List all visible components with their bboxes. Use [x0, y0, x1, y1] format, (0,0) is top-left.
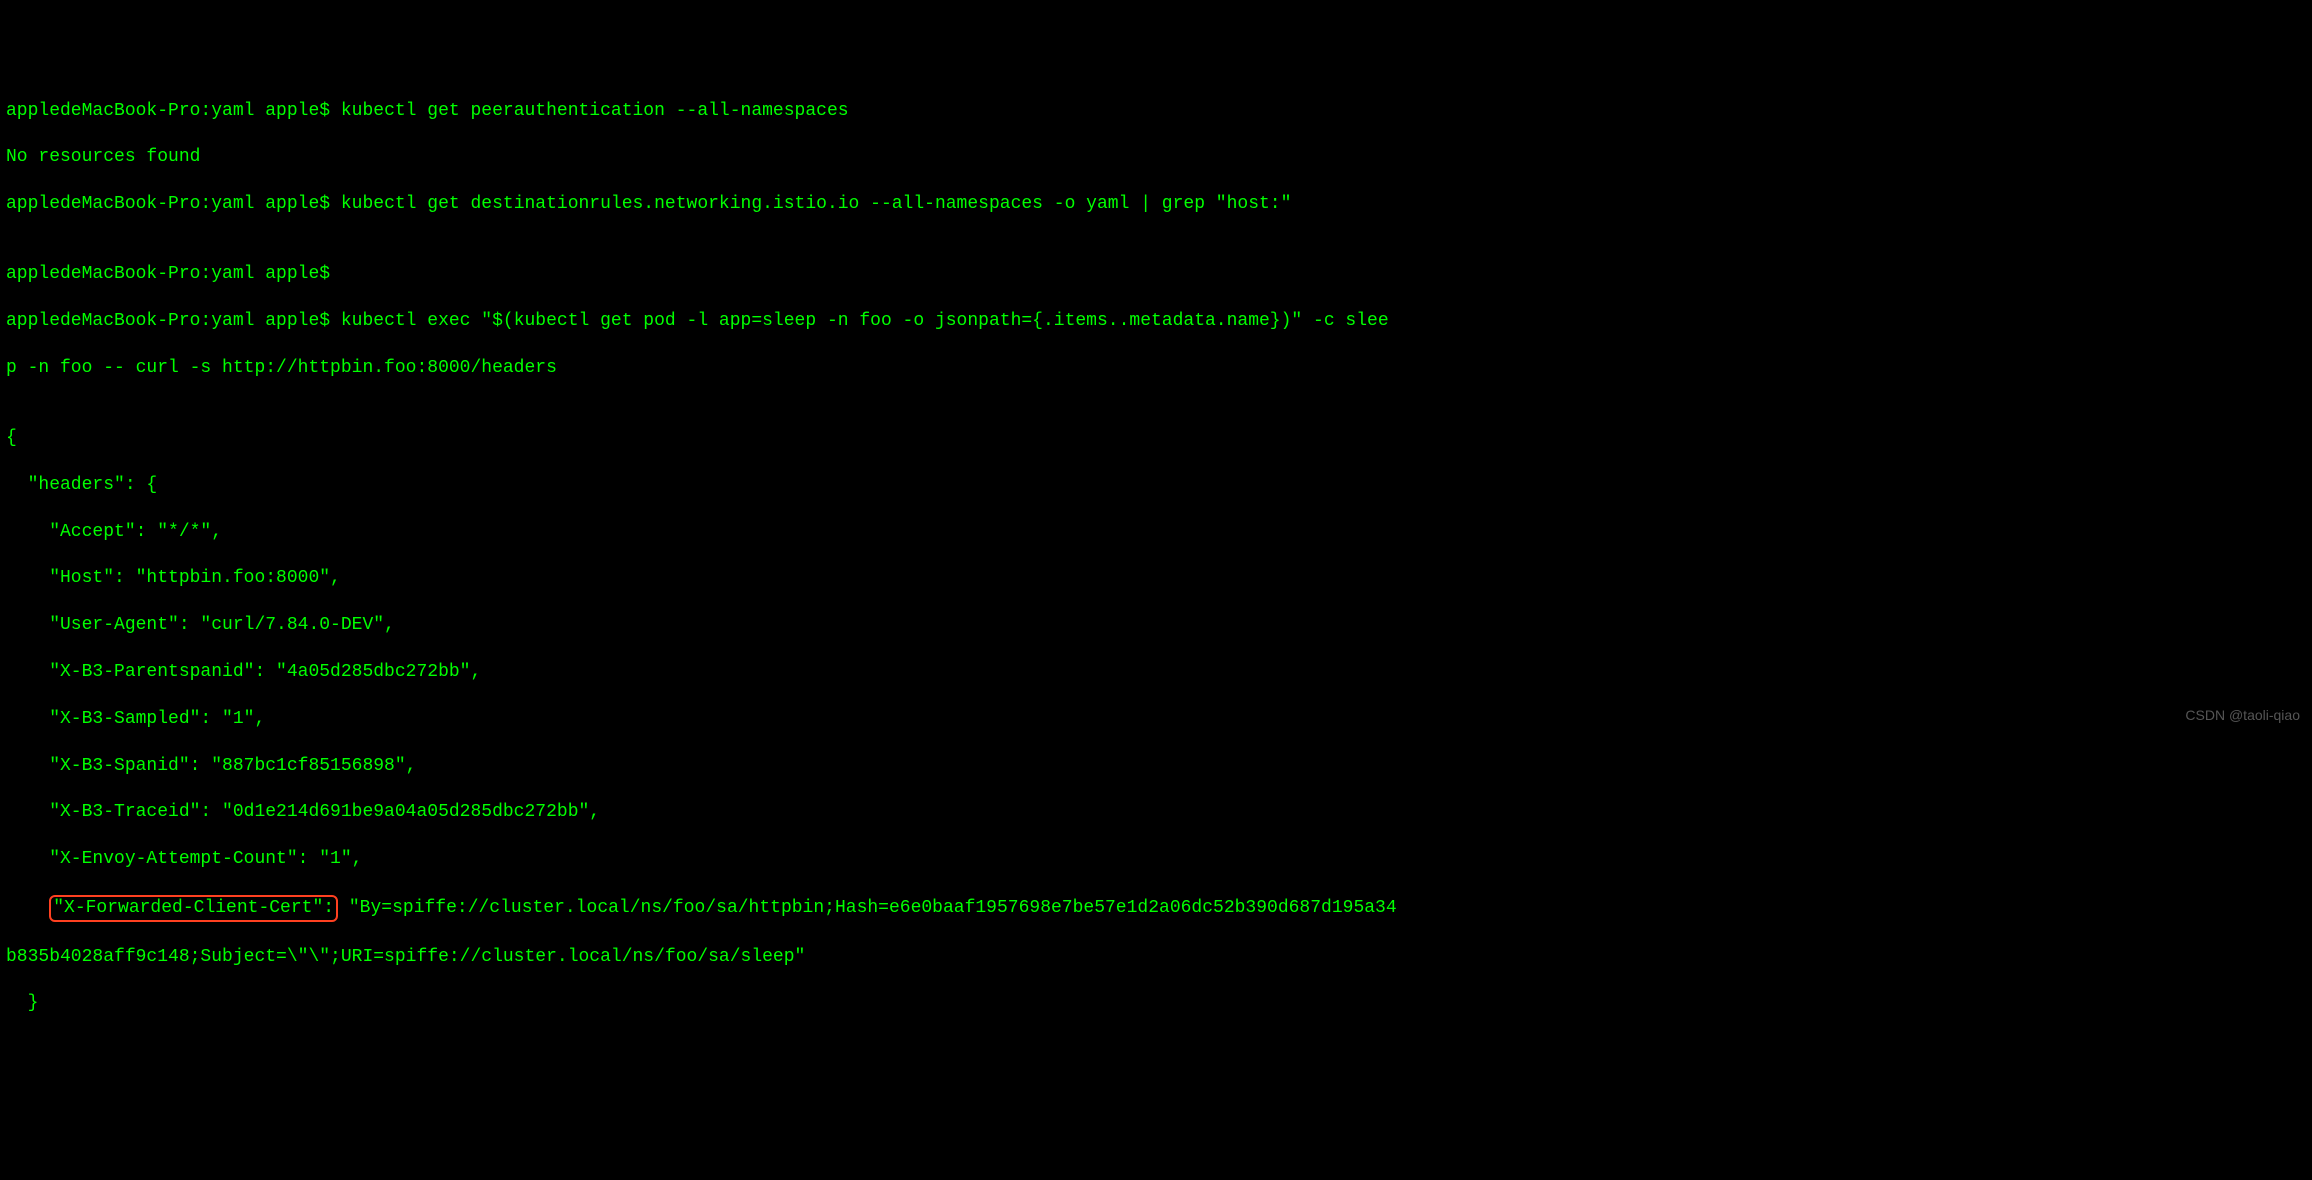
- json-parentspanid-header: "X-B3-Parentspanid": "4a05d285dbc272bb",: [6, 661, 2306, 684]
- output-line: No resources found: [6, 146, 2306, 169]
- watermark-text: CSDN @taoli-qiao: [2185, 706, 2300, 724]
- json-xfcc-line: "X-Forwarded-Client-Cert": "By=spiffe://…: [6, 895, 2306, 922]
- line-1: appledeMacBook-Pro:yaml apple$ kubectl g…: [6, 100, 2306, 123]
- command-text: kubectl get destinationrules.networking.…: [341, 194, 1292, 214]
- shell-prompt: appledeMacBook-Pro:yaml apple$: [6, 264, 341, 284]
- json-traceid-header: "X-B3-Traceid": "0d1e214d691be9a04a05d28…: [6, 801, 2306, 824]
- command-continuation: p -n foo -- curl -s http://httpbin.foo:8…: [6, 357, 2306, 380]
- json-host-header: "Host": "httpbin.foo:8000",: [6, 567, 2306, 590]
- json-headers-key: "headers": {: [6, 474, 2306, 497]
- line-3: appledeMacBook-Pro:yaml apple$ kubectl g…: [6, 193, 2306, 216]
- json-envoy-header: "X-Envoy-Attempt-Count": "1",: [6, 848, 2306, 871]
- command-text: kubectl get peerauthentication --all-nam…: [341, 101, 849, 121]
- line-5: appledeMacBook-Pro:yaml apple$: [6, 263, 2306, 286]
- xfcc-highlighted-key: "X-Forwarded-Client-Cert":: [49, 895, 338, 922]
- json-accept-header: "Accept": "*/*",: [6, 521, 2306, 544]
- json-xfcc-indent: [6, 898, 49, 918]
- shell-prompt: appledeMacBook-Pro:yaml apple$: [6, 194, 341, 214]
- json-close-brace-inner: }: [6, 992, 2306, 1015]
- json-xfcc-value-part2: b835b4028aff9c148;Subject=\"\";URI=spiff…: [6, 946, 2306, 969]
- shell-prompt: appledeMacBook-Pro:yaml apple$: [6, 101, 341, 121]
- json-spanid-header: "X-B3-Spanid": "887bc1cf85156898",: [6, 755, 2306, 778]
- json-open-brace: {: [6, 427, 2306, 450]
- json-useragent-header: "User-Agent": "curl/7.84.0-DEV",: [6, 614, 2306, 637]
- shell-prompt: appledeMacBook-Pro:yaml apple$: [6, 311, 341, 331]
- line-6: appledeMacBook-Pro:yaml apple$ kubectl e…: [6, 310, 2306, 333]
- terminal-output[interactable]: appledeMacBook-Pro:yaml apple$ kubectl g…: [6, 100, 2306, 1016]
- json-xfcc-value-part1: "By=spiffe://cluster.local/ns/foo/sa/htt…: [338, 898, 1397, 918]
- command-text: kubectl exec "$(kubectl get pod -l app=s…: [341, 311, 1389, 331]
